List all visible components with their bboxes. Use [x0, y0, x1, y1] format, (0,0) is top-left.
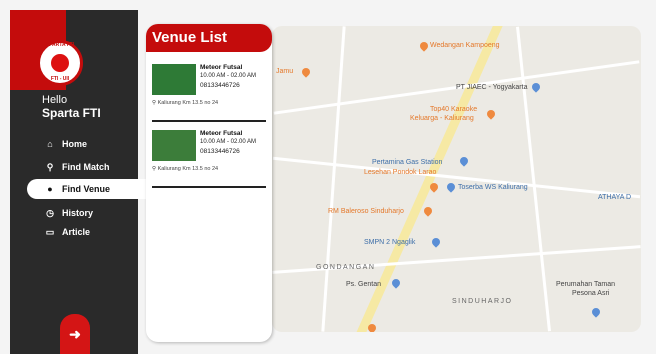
map-label: GONDANGAN — [316, 264, 376, 271]
divider — [152, 186, 266, 188]
map-label: Wedangan Kampoeng — [430, 42, 500, 49]
map-label: Keluarga - Kaliurang — [410, 115, 474, 122]
map-label: SMPN 2 Ngaglik — [364, 239, 416, 246]
map-pin-icon[interactable] — [390, 277, 402, 289]
venue-phone: 08133446726 — [200, 148, 240, 155]
map-label: Toserba WS Kaliurang — [458, 184, 528, 191]
logo-top-text: SPARTA FTI — [45, 42, 75, 48]
map-label: Ps. Gentan — [346, 281, 382, 288]
venue-map[interactable]: Wedangan Kampoeng Jamu PT JIAEC - Yogyak… — [272, 26, 641, 332]
home-icon: ⌂ — [47, 139, 53, 149]
map-label: Lesehan Pondok Larao — [364, 169, 437, 176]
map-label: Perumahan Taman — [556, 281, 616, 288]
venue-address-text: Kaliurang Km 13.5 no 24 — [157, 166, 219, 172]
map-pin-icon[interactable] — [445, 181, 457, 193]
map-label: Jamu — [276, 68, 294, 75]
search-icon: ⚲ — [46, 161, 54, 172]
map-pin-icon[interactable] — [422, 205, 434, 217]
divider — [152, 120, 266, 122]
nav-home-label: Home — [62, 139, 88, 149]
map-road — [272, 156, 641, 199]
map-pin-icon[interactable] — [430, 236, 442, 248]
logo-emblem — [49, 52, 71, 74]
venue-card[interactable]: Meteor Futsal 10.00 AM - 02.00 AM 081334… — [146, 58, 272, 116]
nav-find-venue[interactable]: ● Find Venue — [27, 179, 147, 199]
venue-name: Meteor Futsal — [200, 130, 243, 137]
map-pin-icon[interactable] — [530, 81, 542, 93]
venue-hours: 10.00 AM - 02.00 AM — [200, 73, 257, 79]
sparta-logo: SPARTA FTI FTI - UII — [37, 40, 83, 86]
map-label: SINDUHARJO — [452, 298, 513, 305]
venue-phone: 08133446726 — [200, 82, 240, 89]
book-icon: ▭ — [45, 226, 55, 237]
app-frame: SPARTA FTI FTI - UII Hello Sparta FTI ⌂ … — [0, 0, 656, 354]
nav-history[interactable]: ◷ History — [27, 203, 138, 223]
nav-find-match-label: Find Match — [62, 162, 110, 172]
greeting-hello: Hello — [42, 94, 68, 106]
logout-icon: ➜ — [69, 326, 81, 342]
map-pin-icon[interactable] — [485, 108, 497, 120]
venue-card[interactable]: Meteor Futsal 10.00 AM - 02.00 AM 081334… — [146, 124, 272, 182]
map-label: Pertamina Gas Station — [372, 159, 443, 166]
venue-address: ⚲ Kaliurang Km 13.5 no 24 — [152, 100, 218, 106]
map-road — [321, 26, 346, 332]
venue-list-title: Venue List — [146, 24, 272, 52]
logo-bottom-text: FTI - UII — [50, 76, 70, 82]
nav-home[interactable]: ⌂ Home — [27, 134, 138, 154]
map-pin-icon[interactable] — [458, 155, 470, 167]
map-pin-icon[interactable] — [418, 40, 430, 52]
logout-button[interactable]: ➜ — [60, 314, 90, 354]
nav-find-venue-label: Find Venue — [62, 184, 111, 194]
venue-hours: 10.00 AM - 02.00 AM — [200, 139, 257, 145]
map-label: PT JIAEC - Yogyakarta — [456, 84, 528, 91]
venue-name: Meteor Futsal — [200, 64, 243, 71]
venue-thumbnail — [152, 64, 196, 95]
map-label: RM Baleroso Sinduharjo — [328, 208, 404, 215]
map-label: Pesona Asri — [572, 290, 610, 297]
nav-find-match[interactable]: ⚲ Find Match — [27, 157, 138, 177]
map-label: Top40 Karaoke — [430, 106, 478, 113]
venue-address-text: Kaliurang Km 13.5 no 24 — [157, 100, 219, 106]
nav-article[interactable]: ▭ Article — [27, 222, 138, 242]
venue-list-panel: Venue List Meteor Futsal 10.00 AM - 02.0… — [146, 24, 272, 342]
nav-article-label: Article — [62, 227, 91, 237]
location-icon: ● — [47, 184, 53, 194]
venue-thumbnail — [152, 130, 196, 161]
history-icon: ◷ — [46, 207, 54, 218]
map-pin-icon[interactable] — [300, 66, 312, 78]
user-name: Sparta FTI — [42, 106, 101, 120]
venue-address: ⚲ Kaliurang Km 13.5 no 24 — [152, 166, 218, 172]
map-label: ATHAYA D — [598, 194, 632, 201]
map-pin-icon[interactable] — [590, 306, 602, 318]
nav-history-label: History — [62, 208, 94, 218]
